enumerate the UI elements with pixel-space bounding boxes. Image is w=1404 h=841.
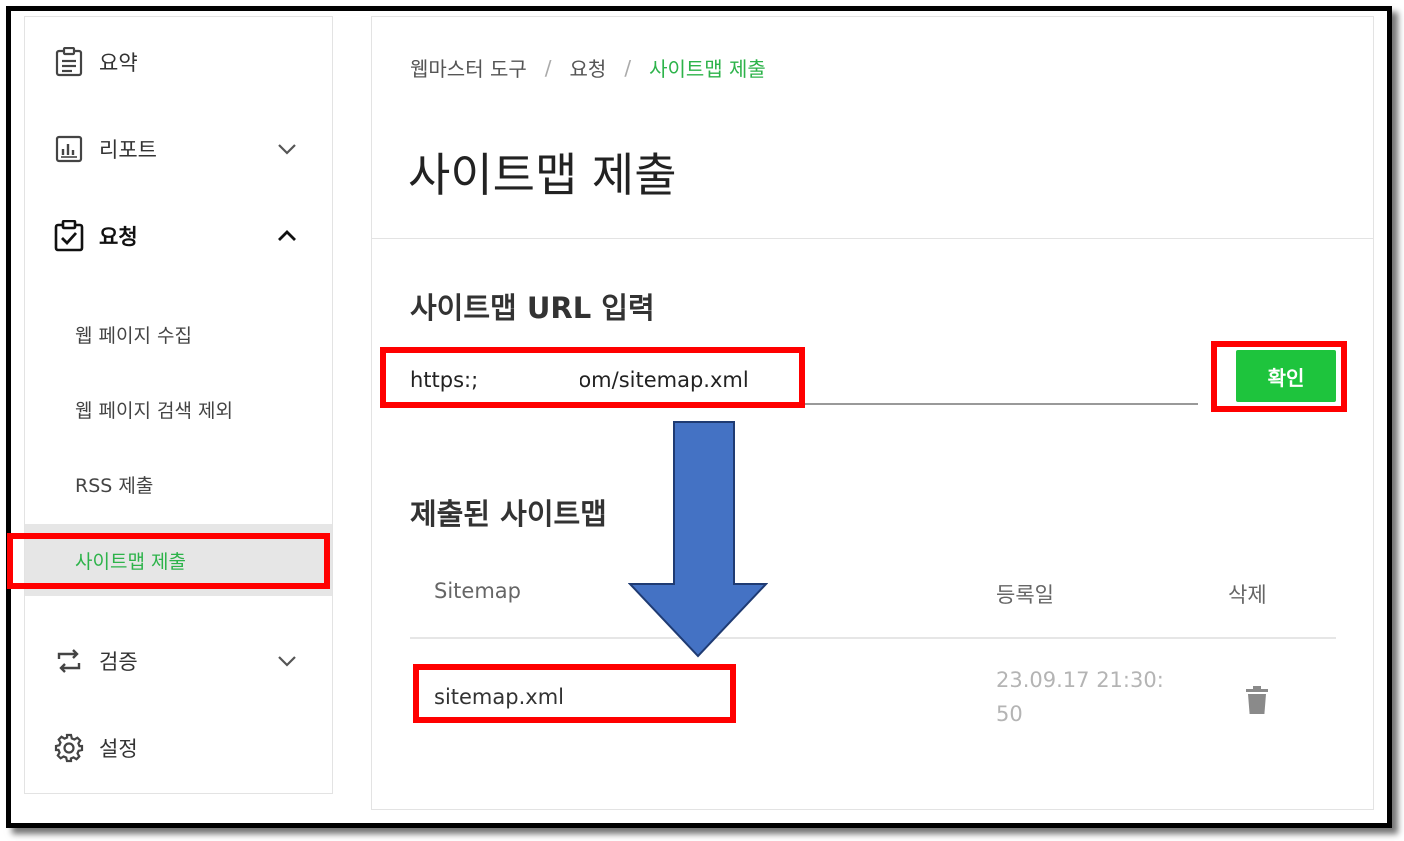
confirm-button[interactable]: 확인 bbox=[1236, 350, 1336, 402]
registered-date-line: 50 bbox=[996, 702, 1023, 726]
breadcrumb-separator: / bbox=[544, 55, 552, 80]
sidebar: 요약 리포트 요청 웹 페이지 수집 웹 페이지 검색 제외 RSS 제출 사이… bbox=[24, 16, 333, 794]
column-header-registered-date: 등록일 bbox=[996, 583, 1054, 607]
down-arrow-icon bbox=[628, 421, 768, 658]
sidebar-item-summary[interactable]: 요약 bbox=[25, 37, 332, 87]
sidebar-item-label: 요청 bbox=[99, 225, 138, 249]
repeat-arrows-icon bbox=[53, 645, 85, 677]
sidebar-subitem-label: RSS 제출 bbox=[75, 474, 154, 497]
sitemap-url-section-title: 사이트맵 URL 입력 bbox=[410, 291, 655, 325]
sidebar-item-label: 요약 bbox=[99, 51, 138, 75]
chevron-down-icon[interactable] bbox=[275, 649, 299, 673]
sidebar-subitem-label: 웹 페이지 검색 제외 bbox=[75, 399, 233, 422]
redacted-area bbox=[476, 363, 580, 397]
sidebar-item-report[interactable]: 리포트 bbox=[25, 124, 332, 174]
main-panel: 웹마스터 도구 / 요청 / 사이트맵 제출 사이트맵 제출 사이트맵 URL … bbox=[371, 16, 1374, 810]
sitemap-name-cell: sitemap.xml bbox=[434, 685, 564, 709]
gear-icon bbox=[53, 732, 85, 764]
submitted-sitemaps-title: 제출된 사이트맵 bbox=[410, 497, 607, 531]
clipboard-list-icon bbox=[53, 46, 85, 78]
breadcrumb: 웹마스터 도구 / 요청 / 사이트맵 제출 bbox=[410, 53, 766, 82]
registered-date-line: 23.09.17 21:30: bbox=[996, 668, 1164, 692]
column-header-delete: 삭제 bbox=[1228, 583, 1267, 607]
sidebar-item-request[interactable]: 요청 bbox=[25, 211, 332, 261]
page-title: 사이트맵 제출 bbox=[408, 148, 677, 202]
chevron-down-icon[interactable] bbox=[275, 137, 299, 161]
sidebar-item-label: 설정 bbox=[99, 737, 138, 761]
sidebar-item-label: 검증 bbox=[99, 650, 138, 674]
column-header-sitemap: Sitemap bbox=[434, 579, 521, 603]
sidebar-subitem-rss-submit[interactable]: RSS 제출 bbox=[25, 462, 332, 506]
sidebar-item-verify[interactable]: 검증 bbox=[25, 636, 332, 686]
sidebar-subitem-label: 웹 페이지 수집 bbox=[75, 324, 192, 347]
table-header-divider bbox=[410, 637, 1336, 639]
sidebar-subitem-label: 사이트맵 제출 bbox=[75, 550, 186, 573]
sidebar-subitem-sitemap-submit[interactable]: 사이트맵 제출 bbox=[25, 524, 332, 596]
header-divider bbox=[372, 238, 1373, 239]
sidebar-item-settings[interactable]: 설정 bbox=[25, 723, 332, 773]
breadcrumb-item-request[interactable]: 요청 bbox=[570, 53, 607, 82]
breadcrumb-separator: / bbox=[624, 55, 632, 80]
sidebar-subitem-web-page-exclude[interactable]: 웹 페이지 검색 제외 bbox=[25, 387, 332, 431]
sidebar-subitem-web-page-crawl[interactable]: 웹 페이지 수집 bbox=[25, 312, 332, 356]
breadcrumb-item-webmaster-tools[interactable]: 웹마스터 도구 bbox=[410, 53, 527, 82]
trash-icon[interactable] bbox=[1242, 683, 1272, 717]
chevron-up-icon[interactable] bbox=[275, 224, 299, 248]
bar-chart-icon bbox=[53, 133, 85, 165]
registered-date-cell: 23.09.17 21:30: 50 bbox=[996, 663, 1196, 731]
sidebar-item-label: 리포트 bbox=[99, 138, 157, 162]
breadcrumb-item-current: 사이트맵 제출 bbox=[649, 57, 766, 81]
clipboard-check-icon bbox=[53, 220, 85, 252]
